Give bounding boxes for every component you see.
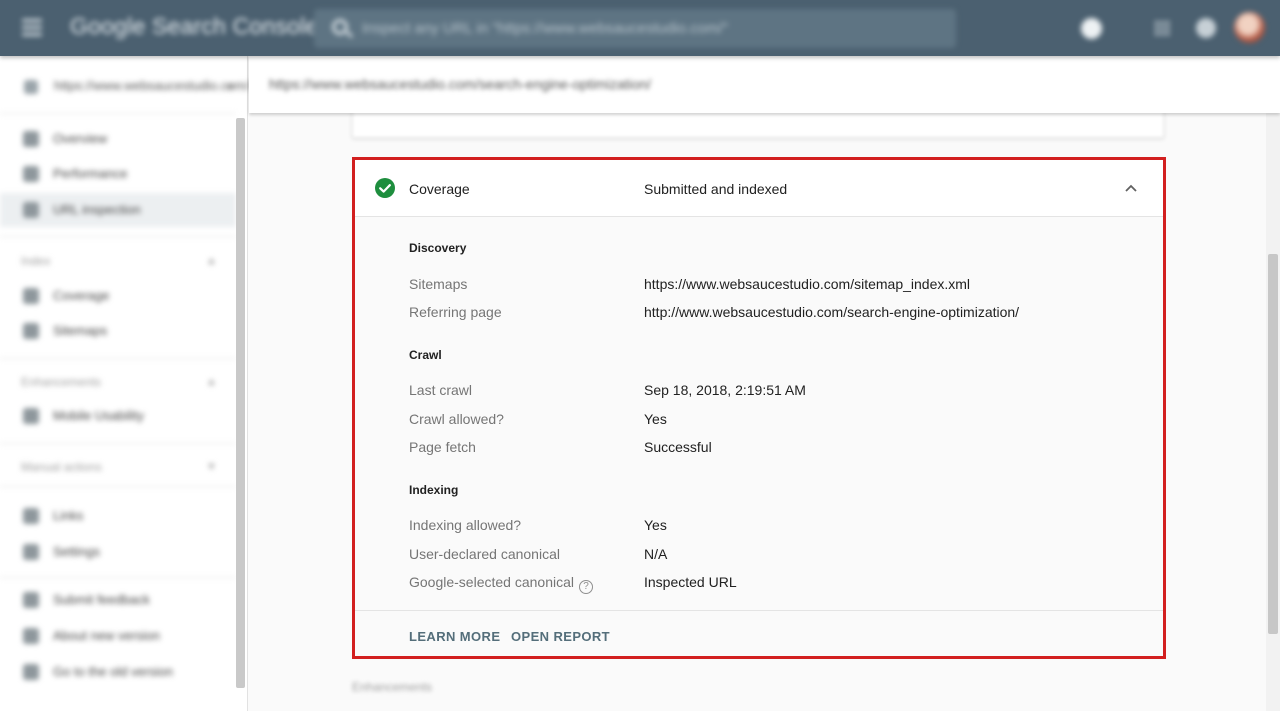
globe-icon [24,80,38,94]
sidebar-item-overview[interactable]: Overview [0,122,236,156]
label-referring-page: Referring page [409,304,502,320]
sidebar-item-mobile-usability[interactable]: Mobile Usability [0,399,236,433]
divider [0,113,236,114]
chevron-up-icon[interactable]: ▲ [206,376,217,388]
trend-icon [23,166,39,182]
sidebar-item-label: Submit feedback [53,592,150,607]
divider [0,236,236,237]
label-page-fetch: Page fetch [409,439,476,455]
section-index[interactable]: Index [21,254,50,268]
label-sitemaps: Sitemaps [409,276,468,292]
exit-icon [23,664,39,680]
google-selected-canonical-text: Google-selected canonical [409,574,574,590]
value-referring-page: http://www.websaucestudio.com/search-eng… [644,304,1020,320]
chevron-up-icon[interactable] [1124,183,1138,193]
property-selector[interactable]: https://www.websaucestudio.com/ ▼ [0,70,249,104]
divider [0,443,236,444]
label-user-declared-canonical: User-declared canonical [409,546,560,562]
sidebar-item-label: Settings [53,544,100,559]
app-logo[interactable]: Google Search Console [70,13,318,40]
label-last-crawl: Last crawl [409,382,473,398]
coverage-card-header[interactable]: Coverage Submitted and indexed [355,160,1163,217]
left-sidebar: https://www.websaucestudio.com/ ▼ Overvi… [0,56,249,711]
enhancements-section-title: Enhancements [352,680,433,694]
sidebar-item-label: About new version [53,628,160,643]
divider [0,486,236,487]
sidebar-scrollbar[interactable] [236,118,245,688]
sidebar-item-coverage[interactable]: Coverage [0,279,236,313]
learn-more-button[interactable]: LEARN MORE [409,629,500,644]
account-avatar[interactable] [1234,12,1265,43]
help-icon[interactable] [1081,18,1102,39]
coverage-status: Submitted and indexed [644,181,788,197]
divider [0,577,236,578]
main-scrollbar-thumb[interactable] [1268,254,1278,634]
people-icon [23,508,39,524]
value-crawl-allowed: Yes [644,411,667,427]
divider [355,610,1163,611]
sidebar-item-url-inspection[interactable]: URL inspection [0,193,236,227]
chevron-down-icon[interactable]: ▼ [206,461,217,473]
section-indexing: Indexing [409,483,459,497]
top-app-bar: Google Search Console Inspect any URL in… [0,0,1280,56]
sidebar-item-label: Performance [53,166,128,181]
chevron-up-icon[interactable]: ▲ [206,255,217,267]
section-manual-actions[interactable]: Manual actions [21,460,102,474]
value-page-fetch: Successful [644,439,712,455]
value-google-selected-canonical: Inspected URL [644,574,737,590]
label-google-selected-canonical: Google-selected canonical? [409,574,593,594]
apps-grid-icon[interactable] [1154,20,1170,36]
sidebar-item-submit-feedback[interactable]: Submit feedback [0,583,236,617]
sidebar-item-label: Go to the old version [53,664,173,679]
chevron-down-icon: ▼ [224,82,235,94]
feedback-icon [23,592,39,608]
value-last-crawl: Sep 18, 2018, 2:19:51 AM [644,382,806,398]
home-icon [23,131,39,147]
phone-icon [23,408,39,424]
value-indexing-allowed: Yes [644,517,667,533]
property-label: https://www.websaucestudio.com/ [54,78,250,93]
menu-icon[interactable] [22,19,42,36]
divider [0,358,236,359]
coverage-title: Coverage [409,181,470,197]
inspected-url-bar: https://www.websaucestudio.com/search-en… [249,56,1280,113]
value-user-declared-canonical: N/A [644,546,668,562]
sidebar-item-old-version[interactable]: Go to the old version [0,655,236,689]
check-circle-icon [375,178,395,198]
sidebar-item-links[interactable]: Links [0,499,236,533]
search-placeholder: Inspect any URL in "https://www.websauce… [362,20,729,37]
section-crawl: Crawl [409,348,442,362]
gear-icon [23,544,39,560]
open-report-button[interactable]: OPEN REPORT [511,629,610,644]
sitemaps-icon [23,323,39,339]
label-indexing-allowed: Indexing allowed? [409,517,522,533]
value-sitemaps: https://www.websaucestudio.com/sitemap_i… [644,276,971,292]
section-discovery: Discovery [409,241,467,255]
help-circle-icon[interactable]: ? [579,580,593,594]
sidebar-item-label: Sitemaps [53,323,108,338]
sidebar-item-label: Coverage [53,288,110,303]
info-icon [23,628,39,644]
sidebar-item-label: Links [53,508,84,523]
sidebar-item-about[interactable]: About new version [0,619,236,653]
notifications-icon[interactable] [1196,18,1216,38]
coverage-card: Coverage Submitted and indexed Discovery… [352,157,1166,659]
search-icon [23,202,39,218]
label-crawl-allowed: Crawl allowed? [409,411,504,427]
inspected-url: https://www.websaucestudio.com/search-en… [269,76,652,92]
sidebar-item-sitemaps[interactable]: Sitemaps [0,314,236,348]
section-enhancements[interactable]: Enhancements [21,375,101,389]
sidebar-item-label: Overview [53,131,108,146]
url-search-input[interactable]: Inspect any URL in "https://www.websauce… [314,9,956,48]
sidebar-item-label: Mobile Usability [53,408,145,423]
sidebar-item-performance[interactable]: Performance [0,157,236,191]
sidebar-item-settings[interactable]: Settings [0,535,236,569]
search-icon [332,19,348,35]
coverage-icon [23,288,39,304]
sidebar-item-label: URL inspection [53,202,141,217]
